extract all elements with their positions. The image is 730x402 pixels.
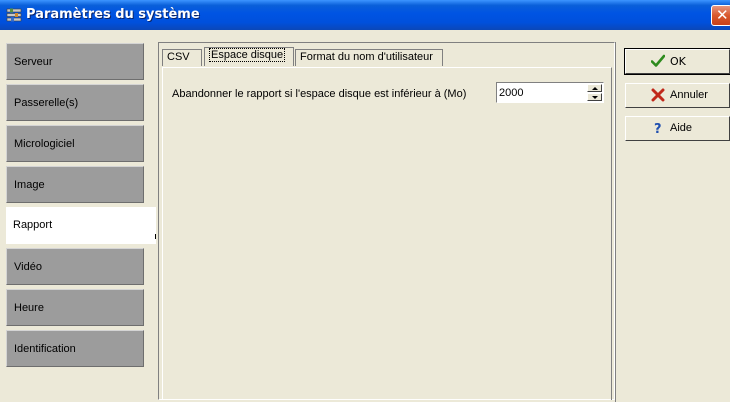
x-icon bbox=[651, 88, 665, 102]
sidebar-item-serveur[interactable]: Serveur bbox=[6, 43, 144, 80]
disk-space-threshold-stepper[interactable] bbox=[496, 82, 604, 103]
ok-button[interactable]: OK bbox=[624, 48, 730, 75]
disk-space-threshold-label: Abandonner le rapport si l'espace disque… bbox=[172, 88, 467, 100]
window-title: Paramètres du système bbox=[26, 7, 200, 22]
checkmark-icon bbox=[651, 54, 665, 67]
sidebar-item-passerelles[interactable]: Passerelle(s) bbox=[6, 84, 144, 121]
tab-content-espace-disque bbox=[162, 67, 612, 400]
sidebar-item-heure[interactable]: Heure bbox=[6, 289, 144, 326]
help-button[interactable]: ? Aide bbox=[625, 116, 730, 141]
close-icon: ✕ bbox=[716, 6, 729, 24]
ok-button-label: OK bbox=[670, 55, 686, 68]
settings-icon bbox=[6, 8, 22, 22]
question-icon: ? bbox=[654, 122, 662, 135]
sidebar-item-image[interactable]: Image bbox=[6, 166, 144, 203]
tab-espace-disque[interactable]: Espace disque bbox=[204, 47, 294, 66]
stepper-down-button[interactable] bbox=[587, 93, 602, 101]
stepper-up-button[interactable] bbox=[587, 84, 602, 92]
sidebar-item-identification[interactable]: Identification bbox=[6, 330, 144, 367]
sidebar-item-rapport[interactable]: Rapport bbox=[6, 207, 156, 244]
sidebar-item-video[interactable]: Vidéo bbox=[6, 248, 144, 285]
title-bar[interactable]: Paramètres du système ✕ bbox=[0, 0, 730, 30]
close-button[interactable]: ✕ bbox=[711, 5, 730, 26]
help-button-label: Aide bbox=[670, 122, 693, 134]
stepper-buttons bbox=[587, 84, 602, 101]
cancel-button-label: Annuler bbox=[670, 89, 708, 101]
tab-csv[interactable]: CSV bbox=[162, 49, 202, 66]
svg-text:?: ? bbox=[654, 122, 662, 135]
tab-format-nom-utilisateur[interactable]: Format du nom d'utilisateur bbox=[295, 49, 443, 66]
cancel-button[interactable]: Annuler bbox=[625, 83, 730, 108]
nav-separator bbox=[155, 234, 156, 239]
arrow-up-icon bbox=[592, 87, 598, 90]
disk-space-threshold-input[interactable] bbox=[499, 85, 585, 100]
sidebar-item-micrologiciel[interactable]: Micrologiciel bbox=[6, 125, 144, 162]
tab-espace-disque-label: Espace disque bbox=[209, 48, 286, 62]
arrow-down-icon bbox=[592, 96, 598, 99]
